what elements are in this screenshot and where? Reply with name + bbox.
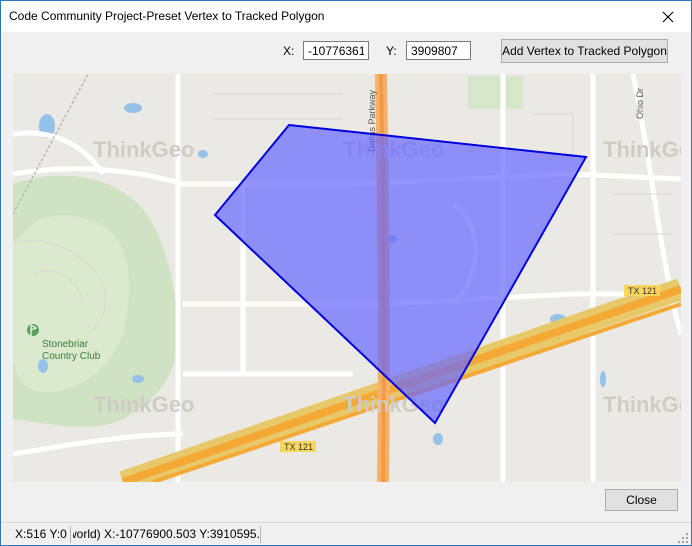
close-icon bbox=[662, 11, 674, 22]
watermark-6: ThinkGeo bbox=[603, 392, 681, 417]
status-separator-2 bbox=[260, 526, 261, 543]
tracked-polygon[interactable] bbox=[213, 123, 588, 425]
pond-3 bbox=[198, 150, 208, 158]
y-label: Y: bbox=[386, 44, 397, 58]
ohio-dr-label: Ohio Dr bbox=[635, 88, 645, 119]
park-area-2 bbox=[468, 76, 523, 109]
window-title: Code Community Project-Preset Vertex to … bbox=[9, 9, 325, 23]
map-view[interactable]: ThinkGeo ThinkGeo ThinkGeo ThinkGeo Thin… bbox=[13, 74, 681, 482]
pond-7 bbox=[600, 371, 606, 387]
add-vertex-button[interactable]: Add Vertex to Tracked Polygon bbox=[501, 39, 668, 63]
status-bar: X:516 Y:0 (world) X:-10776900.503 Y:3910… bbox=[1, 522, 691, 545]
pond-5 bbox=[132, 375, 144, 383]
tx121-east-shield: TX 121 bbox=[624, 285, 660, 296]
poi-name-line2: Country Club bbox=[42, 351, 101, 362]
pond-2 bbox=[124, 103, 142, 113]
pond-8 bbox=[433, 433, 443, 445]
poi-name-line1: Stonebriar bbox=[42, 339, 89, 350]
watermark-4: ThinkGeo bbox=[93, 392, 194, 417]
title-bar: Code Community Project-Preset Vertex to … bbox=[1, 1, 691, 32]
watermark-1: ThinkGeo bbox=[93, 137, 194, 162]
x-coordinate-input[interactable] bbox=[303, 41, 369, 60]
app-window: Code Community Project-Preset Vertex to … bbox=[0, 0, 692, 546]
watermark-3: ThinkGeo bbox=[603, 137, 681, 162]
tx121-west-shield: TX 121 bbox=[280, 441, 316, 452]
status-separator bbox=[70, 526, 71, 543]
status-world-coords: (world) X:-10776900.503 Y:3910595.866 bbox=[73, 527, 259, 541]
tx121-east-label: TX 121 bbox=[628, 286, 657, 296]
status-screen-coords: X:516 Y:0 bbox=[15, 527, 67, 541]
tx121-west-label: TX 121 bbox=[284, 442, 313, 452]
y-coordinate-input[interactable] bbox=[406, 41, 471, 60]
map-canvas[interactable]: ThinkGeo ThinkGeo ThinkGeo ThinkGeo Thin… bbox=[13, 74, 681, 482]
status-world-coords-box: (world) X:-10776900.503 Y:3910595.866 bbox=[73, 527, 259, 541]
window-close-button[interactable] bbox=[645, 1, 691, 32]
x-label: X: bbox=[283, 44, 295, 58]
resize-grip-icon[interactable] bbox=[677, 532, 689, 544]
close-button[interactable]: Close bbox=[605, 489, 678, 511]
